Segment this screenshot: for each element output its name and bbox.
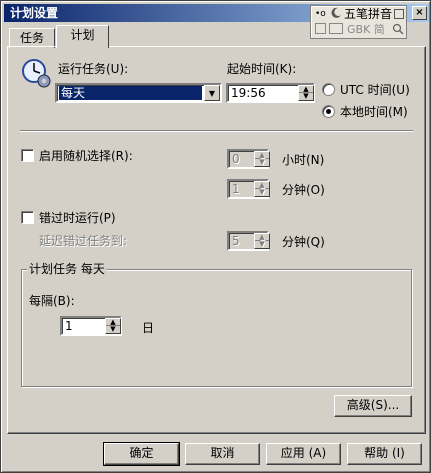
tab-schedule[interactable]: 计划 [56, 25, 109, 48]
ime-mode-icons[interactable]: •o [315, 7, 326, 21]
random-minutes-spinner[interactable]: ▲ ▼ [254, 181, 270, 197]
task-combobox-value: 每天 [59, 86, 202, 100]
cancel-button[interactable]: 取消 [185, 443, 260, 465]
ime-toolbar[interactable]: •o 五笔拼音 GBK 简 [310, 5, 407, 39]
utc-time-label[interactable]: UTC 时间(U) [340, 83, 410, 97]
chevron-down-icon[interactable]: ▼ [204, 85, 220, 101]
daily-group-title: 计划任务 每天 [27, 262, 107, 276]
schedule-settings-window: 计划设置 •o 五笔拼音 GBK 简 × 任务 计划 运行任务(U): 每天 ▼… [0, 0, 431, 473]
soft-keyboard-icon[interactable] [315, 23, 326, 34]
clock-gear-icon [21, 57, 53, 89]
random-hours-spinner[interactable]: ▲ ▼ [254, 151, 270, 167]
ime-menu-icon[interactable] [394, 9, 404, 19]
moon-icon[interactable] [331, 7, 342, 18]
delay-minutes-value: 5 [232, 234, 240, 248]
random-hours-unit: 小时(N) [282, 153, 325, 167]
ime-name[interactable]: 五笔拼音 [344, 7, 392, 21]
start-time-value: 19:56 [231, 86, 266, 100]
spin-down-icon[interactable]: ▼ [255, 159, 269, 166]
tab-task-label: 任务 [19, 31, 44, 45]
random-minutes-unit: 分钟(O) [282, 183, 325, 197]
ok-button[interactable]: 确定 [103, 442, 180, 466]
separator [20, 130, 413, 132]
keyboard-icon[interactable] [329, 23, 343, 34]
search-icon[interactable] [392, 23, 404, 39]
delay-minutes-spinner[interactable]: ▲ ▼ [254, 233, 270, 249]
task-combobox[interactable]: 每天 ▼ [55, 83, 222, 103]
start-time-label: 起始时间(K): [227, 62, 297, 76]
close-button[interactable]: × [412, 6, 427, 20]
window-title: 计划设置 [10, 6, 59, 20]
local-time-label[interactable]: 本地时间(M) [340, 105, 408, 119]
random-checkbox[interactable] [21, 149, 34, 162]
spin-down-icon[interactable]: ▼ [106, 326, 120, 333]
tab-task[interactable]: 任务 [9, 28, 55, 48]
missed-run-label[interactable]: 错过时运行(P) [39, 211, 116, 225]
every-days-label: 每隔(B): [29, 294, 75, 308]
task-label: 运行任务(U): [58, 62, 129, 76]
ime-row-bottom: GBK 简 [311, 23, 406, 38]
apply-button[interactable]: 应用 (A) [266, 443, 341, 465]
help-button[interactable]: 帮助 (I) [347, 443, 422, 465]
start-time-spinner[interactable]: ▲ ▼ [298, 85, 314, 101]
delay-label: 延迟错过任务到: [39, 234, 128, 248]
utc-time-radio[interactable] [322, 83, 335, 96]
spin-down-icon[interactable]: ▼ [255, 241, 269, 248]
spin-down-icon[interactable]: ▼ [255, 189, 269, 196]
delay-minutes-unit: 分钟(Q) [282, 235, 325, 249]
ime-row-top: •o 五笔拼音 [311, 7, 406, 22]
random-minutes-value: 1 [232, 182, 240, 196]
tab-schedule-label: 计划 [70, 28, 95, 42]
every-days-unit: 日 [142, 321, 155, 335]
every-days-value: 1 [65, 319, 73, 333]
missed-run-checkbox[interactable] [21, 211, 34, 224]
random-checkbox-label[interactable]: 启用随机选择(R): [39, 149, 133, 163]
local-time-radio[interactable] [322, 105, 335, 118]
every-days-spinner[interactable]: ▲ ▼ [105, 318, 121, 334]
advanced-button[interactable]: 高级(S)... [334, 395, 412, 417]
schedule-tab-panel: 运行任务(U): 每天 ▼ 起始时间(K): 19:56 ▲ ▼ UTC 时间(… [7, 46, 426, 434]
spin-down-icon[interactable]: ▼ [299, 93, 313, 100]
random-hours-value: 0 [232, 152, 240, 166]
ime-charset-label[interactable]: GBK 简 [347, 23, 385, 37]
